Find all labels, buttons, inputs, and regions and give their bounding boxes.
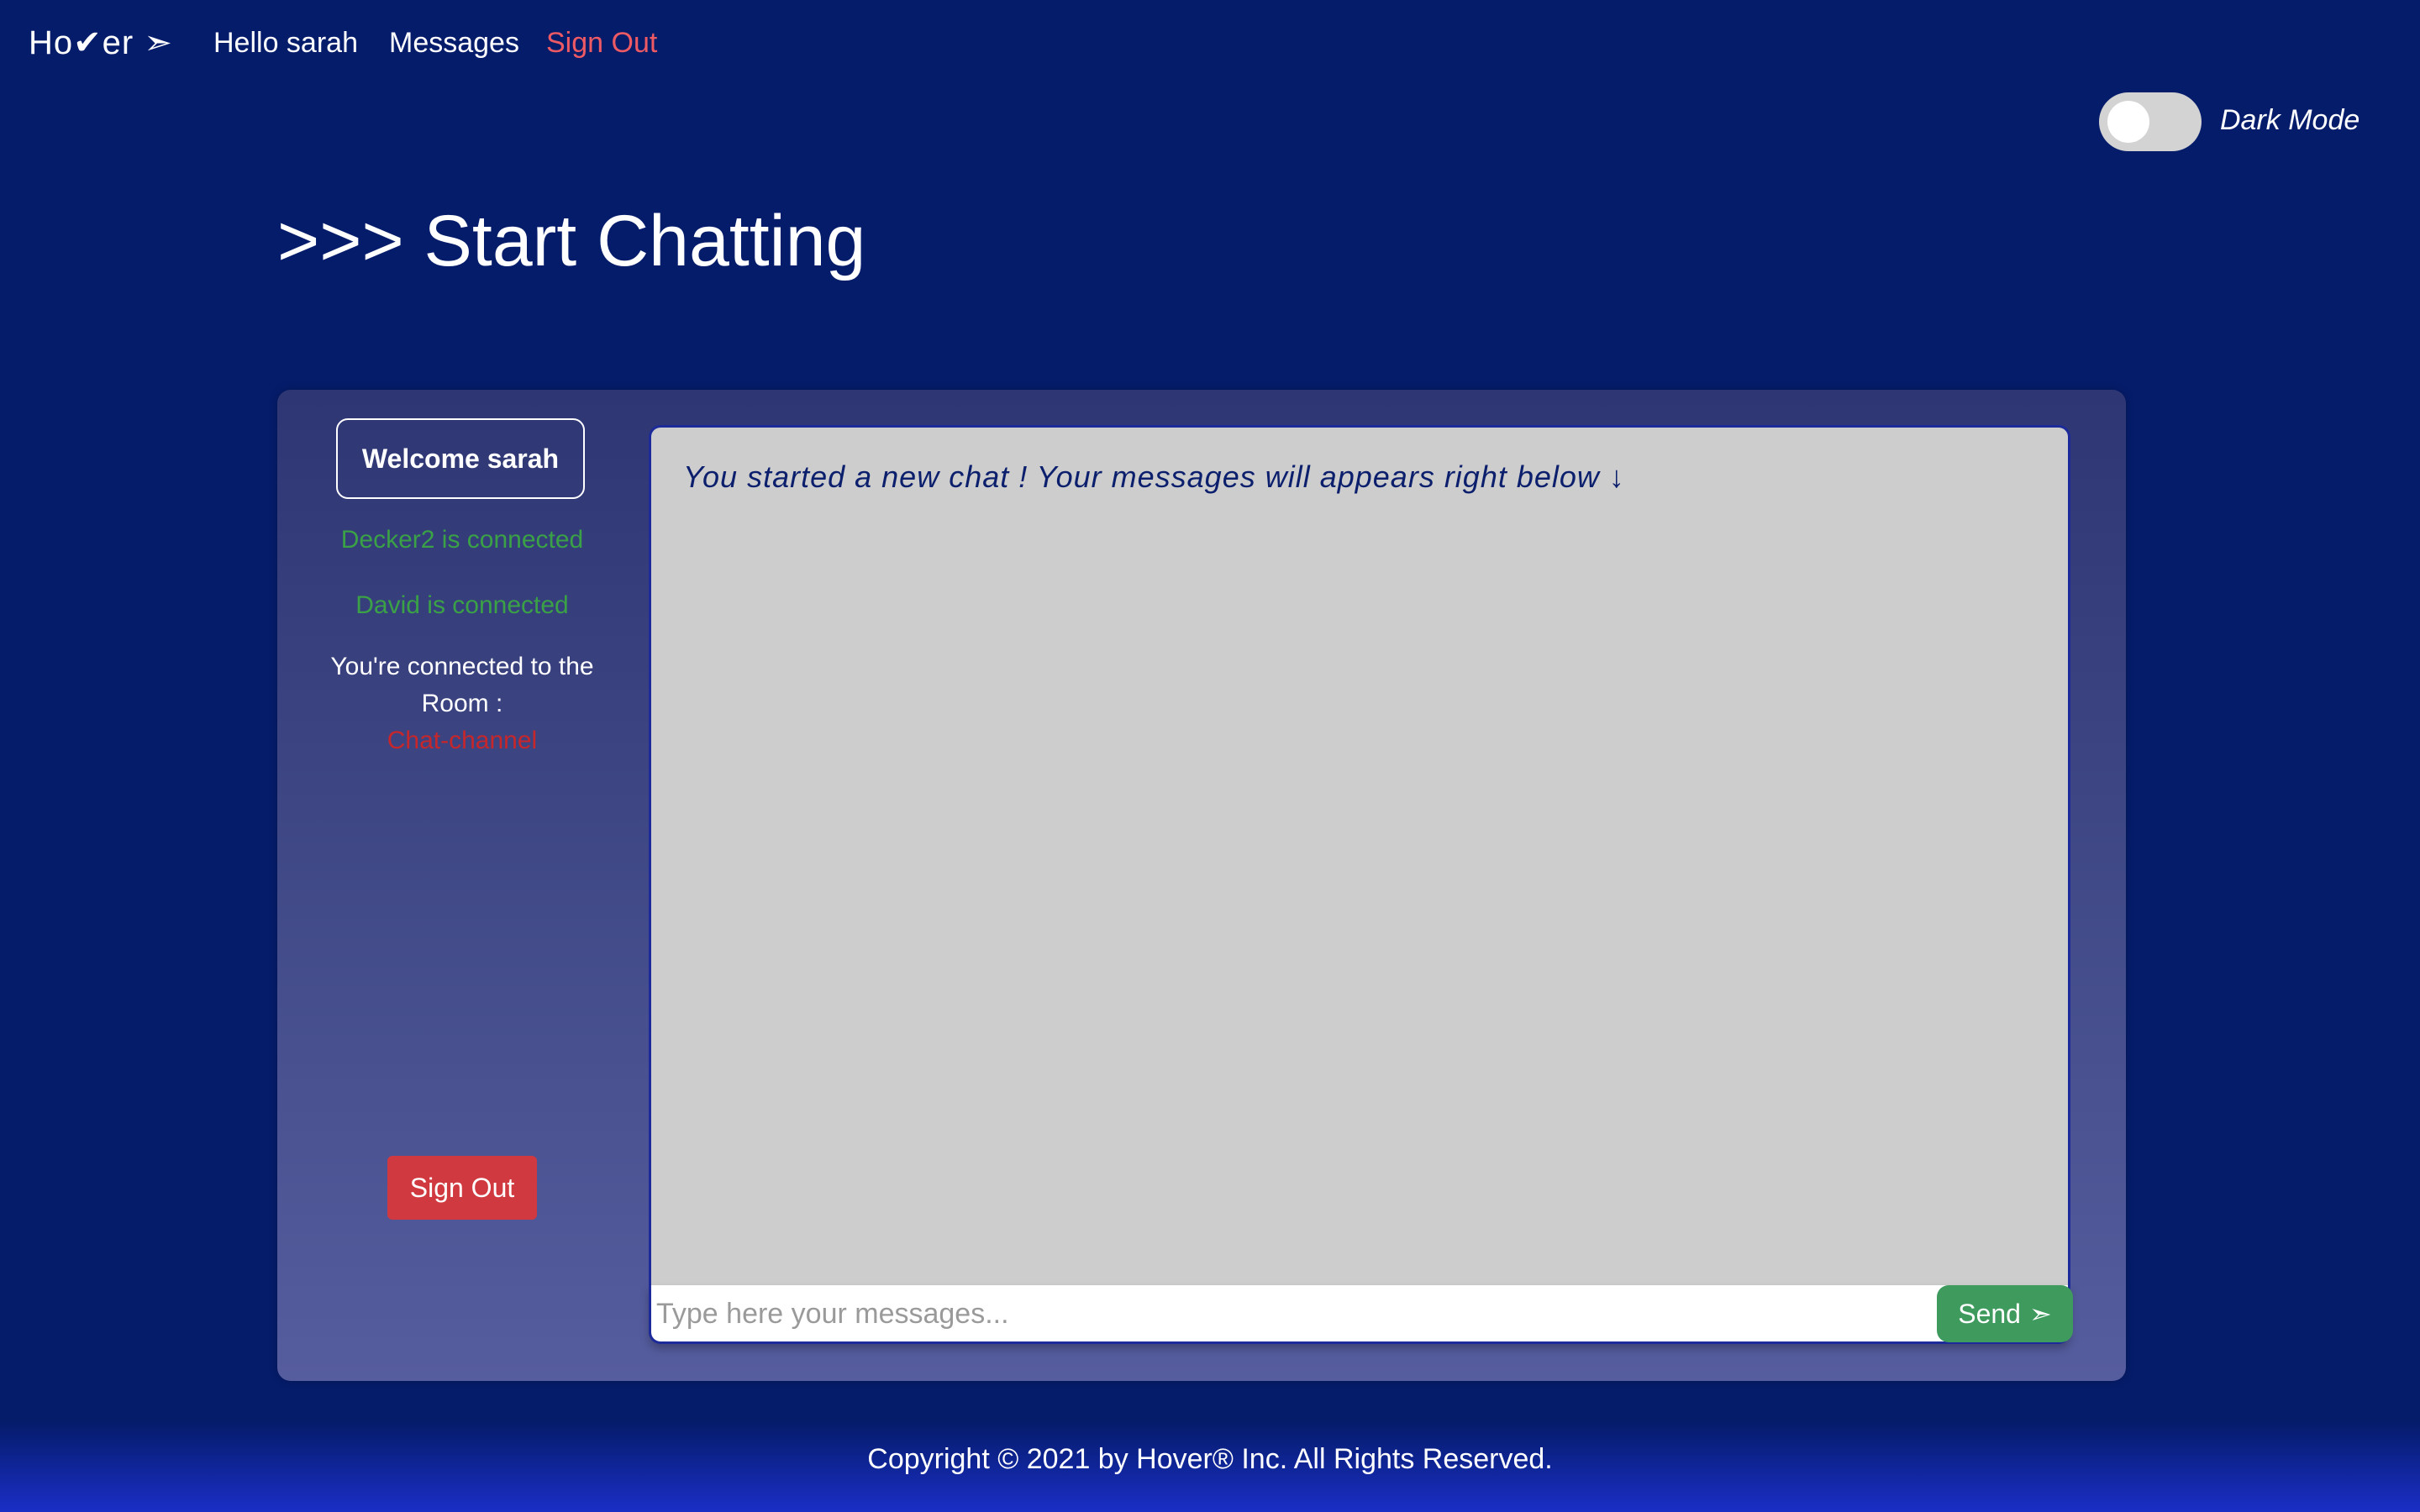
nav-signout-link[interactable]: Sign Out	[546, 27, 657, 60]
welcome-badge: Welcome sarah	[336, 418, 585, 499]
connected-user-status: David is connected	[355, 591, 569, 619]
dark-mode-toggle[interactable]	[2099, 92, 2202, 151]
connected-user-status: Decker2 is connected	[340, 526, 584, 554]
message-input[interactable]	[655, 1285, 1935, 1342]
send-button[interactable]: Send ➣	[1937, 1285, 2073, 1342]
brand-logo[interactable]: Ho✔er ➣	[29, 24, 173, 62]
messages-area[interactable]: You started a new chat ! Your messages w…	[649, 425, 2070, 1285]
page-footer: Copyright © 2021 by Hover® Inc. All Righ…	[0, 1423, 2420, 1512]
message-composer: Send ➣	[649, 1285, 2073, 1344]
signout-button[interactable]: Sign Out	[387, 1156, 537, 1220]
dark-mode-label: Dark Mode	[2220, 104, 2360, 136]
copyright-text: Copyright © 2021 by Hover® Inc. All Righ…	[867, 1443, 1553, 1475]
toggle-knob	[2107, 101, 2149, 143]
chat-sidebar: Welcome sarah Decker2 is connected David…	[277, 390, 647, 1381]
nav-hello-user[interactable]: Hello sarah	[213, 27, 358, 60]
top-navbar: Ho✔er ➣ Hello sarah Messages Sign Out	[0, 0, 2420, 92]
send-arrow-icon: ➣	[2028, 1299, 2052, 1329]
room-intro-text: You're connected to the Room :	[330, 653, 594, 717]
page-title: >>> Start Chatting	[277, 201, 866, 281]
send-label: Send	[1958, 1298, 2021, 1329]
room-info: You're connected to the Room : Chat-chan…	[311, 648, 613, 759]
nav-messages[interactable]: Messages	[389, 27, 519, 60]
chat-intro-message: You started a new chat ! Your messages w…	[683, 459, 1625, 494]
chat-panel: Welcome sarah Decker2 is connected David…	[277, 390, 2126, 1381]
room-name: Chat-channel	[387, 727, 538, 754]
